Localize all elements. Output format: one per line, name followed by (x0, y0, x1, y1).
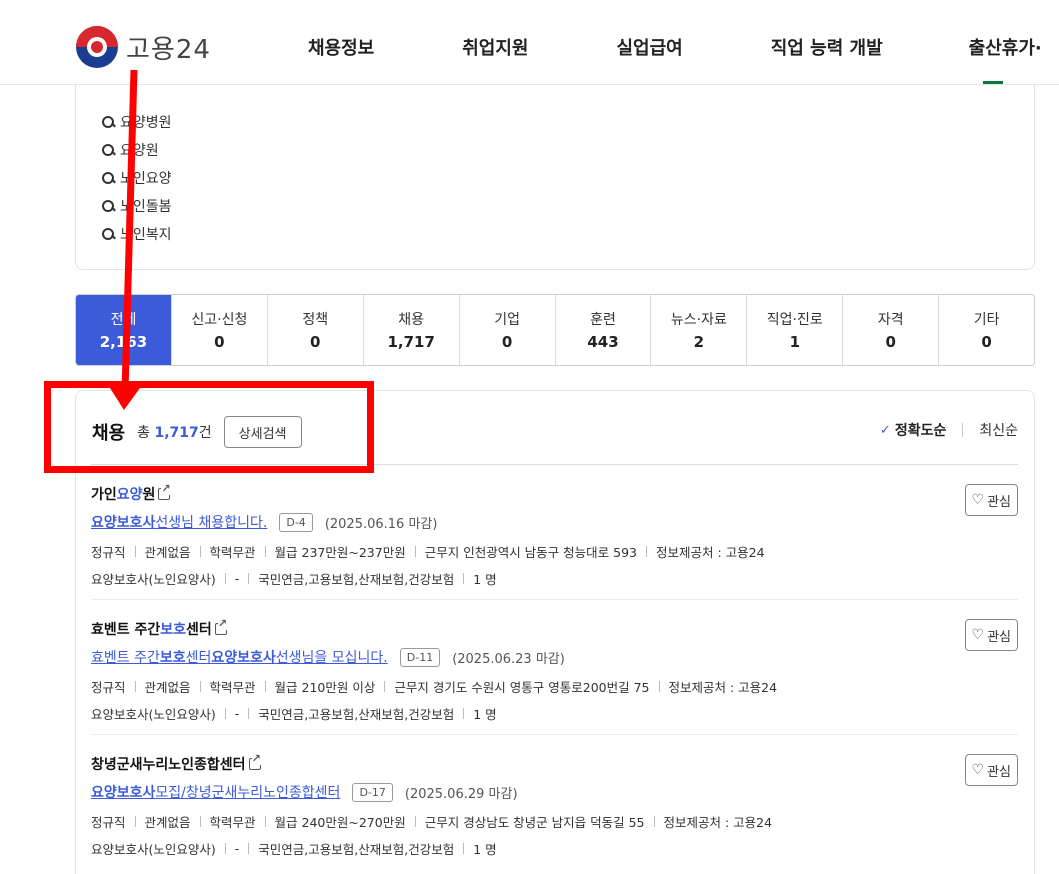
nav-item-skills[interactable]: 직업 능력 개발 (771, 34, 883, 60)
tab-training[interactable]: 훈련 443 (556, 295, 652, 365)
heart-icon: ♡ (971, 627, 985, 643)
external-link-icon (248, 753, 261, 770)
tab-news[interactable]: 뉴스·자료 2 (651, 295, 748, 365)
job-listing: 효벤트 주간보호센터 효벤트 주간보호센터요양보호사선생님을 모십니다. D-1… (91, 618, 1018, 723)
job-meta: 정규직 관계없음 학력무관 월급 237만원~237만원 근무지 인천광역시 남동구 청… (91, 545, 765, 560)
nav-item-unemployment-benefit[interactable]: 실업급여 (617, 34, 683, 60)
job-title-link[interactable]: 효벤트 주간보호센터요양보호사선생님을 모십니다. (91, 647, 388, 667)
dday-badge: D-17 (352, 782, 393, 802)
keyword-link[interactable]: 노인복지 (102, 220, 172, 248)
tab-jobs[interactable]: 채용 1,717 (364, 295, 460, 365)
tab-all[interactable]: 전체 2,163 (76, 295, 172, 365)
tab-company[interactable]: 기업 0 (460, 295, 556, 365)
deadline: (2025.06.23 마감) (452, 651, 565, 667)
site-header: 고용24 채용정보 취업지원 실업급여 직업 능력 개발 출산휴가· (0, 0, 1059, 85)
nav-item-maternity-leave[interactable]: 출산휴가· (969, 34, 1042, 60)
job-title-link[interactable]: 요양보호사선생님 채용합니다. (91, 512, 267, 532)
related-keywords-list: 요양병원 요양원 노인요양 노인돌봄 노인복지 (102, 108, 172, 248)
dday-badge: D-11 (399, 647, 441, 667)
heart-icon: ♡ (971, 492, 985, 508)
company-name[interactable]: 창녕군새누리노인종합센터 (91, 753, 1018, 774)
company-name[interactable]: 효벤트 주간 보호 센터 (91, 618, 1018, 639)
search-icon (102, 199, 115, 213)
keyword-link[interactable]: 요양원 (102, 136, 172, 164)
favorite-button[interactable]: ♡ 관심 (964, 619, 1018, 651)
keyword-link[interactable]: 노인요양 (102, 164, 172, 192)
job-meta-secondary: 요양보호사(노인요양사) - 국민연금,고용보험,산재보험,건강보험 1 명 (91, 706, 497, 722)
job-listing: 가인요양원 요양보호사선생님 채용합니다. D-4 (2025.06.16 마감… (91, 483, 1018, 588)
divider (91, 734, 1018, 735)
sort-latest[interactable]: 최신순 (979, 420, 1018, 440)
job-title-link[interactable]: 요양보호사모집/창녕군새누리노인종합센터 (91, 782, 340, 802)
divider (91, 599, 1018, 600)
sort-accuracy[interactable]: ✓ 정확도순 (880, 420, 946, 440)
main-nav: 채용정보 취업지원 실업급여 직업 능력 개발 출산휴가· (308, 34, 1059, 60)
external-link-icon (214, 618, 228, 635)
logo-text: 고용24 (126, 34, 211, 65)
search-icon (102, 143, 115, 157)
search-icon (102, 171, 115, 185)
nav-item-employment-support[interactable]: 취업지원 (462, 34, 528, 60)
tab-certificate[interactable]: 자격 0 (843, 295, 940, 365)
deadline: (2025.06.29 마감) (404, 786, 518, 802)
favorite-button[interactable]: ♡ 관심 (964, 754, 1018, 786)
keyword-link[interactable]: 노인돌봄 (102, 192, 172, 220)
tab-etc[interactable]: 기타 0 (939, 295, 1034, 365)
taegeuk-logo-icon (76, 26, 118, 68)
related-keywords-panel (75, 70, 1035, 270)
job-meta: 정규직 관계없음 학력무관 월급 240만원~270만원 근무지 경상남도 창녕군 남지… (91, 815, 773, 830)
sort-options: ✓ 정확도순 최신순 (880, 420, 1018, 440)
nav-item-jobs[interactable]: 채용정보 (308, 34, 374, 60)
heart-icon: ♡ (971, 762, 985, 778)
site-logo[interactable]: 고용24 (76, 26, 211, 68)
dday-badge: D-4 (279, 512, 313, 532)
external-link-icon (158, 483, 171, 500)
nav-active-indicator (983, 81, 1003, 84)
category-tabs: 전체 2,163 신고·신청 0 정책 0 채용 1,717 기업 0 훈련 443 뉴스·… (75, 294, 1035, 366)
deadline: (2025.06.16 마감) (324, 516, 438, 532)
job-listing: 창녕군새누리노인종합센터 요양보호사모집/창녕군새누리노인종합센터 D-17 (… (91, 753, 1018, 858)
favorite-button[interactable]: ♡ 관심 (964, 484, 1018, 516)
search-icon (102, 227, 115, 241)
check-icon: ✓ (879, 422, 891, 438)
tab-report[interactable]: 신고·신청 0 (172, 295, 268, 365)
tab-policy[interactable]: 정책 0 (268, 295, 364, 365)
keyword-link[interactable]: 요양병원 (102, 108, 172, 136)
tab-career[interactable]: 직업·진로 1 (747, 295, 844, 365)
annotation-highlight-box (44, 381, 374, 473)
company-name[interactable]: 가인 요양 원 (91, 483, 1018, 504)
job-meta-secondary: 요양보호사(노인요양사) - 국민연금,고용보험,산재보험,건강보험 1 명 (91, 841, 497, 857)
job-meta-secondary: 요양보호사(노인요양사) - 국민연금,고용보험,산재보험,건강보험 1 명 (91, 571, 497, 587)
job-meta: 정규직 관계없음 학력무관 월급 210만원 이상 근무지 경기도 수원시 영통구 영통… (91, 680, 778, 695)
search-icon (102, 115, 115, 129)
